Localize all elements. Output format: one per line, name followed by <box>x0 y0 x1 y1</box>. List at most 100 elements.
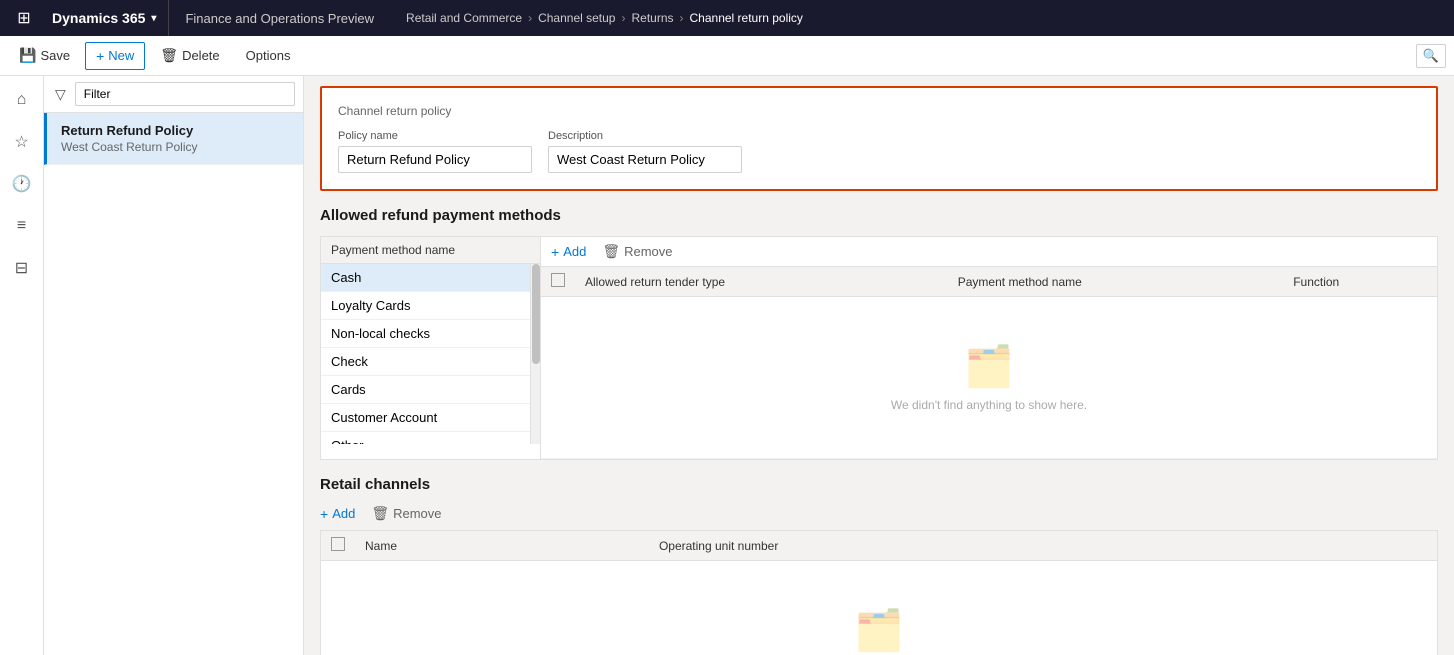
payment-empty-state: 🗂️ We didn't find anything to show here. <box>551 303 1427 452</box>
new-label: New <box>108 48 134 63</box>
list-item-subtitle: West Coast Return Policy <box>61 140 289 154</box>
search-icon: 🔍 <box>1423 48 1439 64</box>
payment-item-customer[interactable]: Customer Account <box>321 404 530 432</box>
payment-remove-button[interactable]: 🗑 Remove <box>602 243 672 260</box>
channels-empty-icon: 🗂️ <box>854 607 904 654</box>
payment-item-loyalty[interactable]: Loyalty Cards <box>321 292 530 320</box>
check-all-box[interactable] <box>551 273 565 287</box>
sidebar-list-icon[interactable]: ⊟ <box>2 248 42 288</box>
list-panel: ▽ Return Refund Policy West Coast Return… <box>44 76 304 655</box>
module-name: Finance and Operations Preview <box>168 0 390 36</box>
list-item[interactable]: Return Refund Policy West Coast Return P… <box>44 113 303 165</box>
payment-table-header-function: Function <box>1283 267 1437 297</box>
sidebar-home-icon[interactable]: ⌂ <box>2 80 42 120</box>
options-button[interactable]: Options <box>235 42 302 69</box>
toolbar-search[interactable]: 🔍 <box>1416 44 1446 68</box>
payment-list: Cash Loyalty Cards Non-local checks Chec… <box>321 264 540 444</box>
filter-icon[interactable]: ▽ <box>52 83 69 106</box>
content-area: Channel return policy Policy name Descri… <box>304 76 1454 655</box>
payment-list-header: Payment method name <box>321 237 540 264</box>
sidebar-star-icon[interactable]: ☆ <box>2 122 42 162</box>
payment-item-other[interactable]: Other <box>321 432 530 444</box>
toolbar: 💾 Save + New 🗑 Delete Options 🔍 <box>0 36 1454 76</box>
sidebar-icons: ⌂ ☆ 🕐 ≡ ⊟ <box>0 76 44 655</box>
payment-empty-icon: 🗂️ <box>964 343 1014 390</box>
payment-layout: Payment method name Cash Loyalty Cards N… <box>320 236 1438 460</box>
allowed-refund-title: Allowed refund payment methods <box>320 207 1438 224</box>
app-name[interactable]: Dynamics 365 ▾ <box>40 0 168 36</box>
payment-item-cash[interactable]: Cash <box>321 264 530 292</box>
save-label: Save <box>40 48 70 63</box>
save-button[interactable]: 💾 Save <box>8 41 81 70</box>
channels-header-name: Name <box>355 531 649 561</box>
payment-add-button[interactable]: + Add <box>551 244 586 260</box>
app-chevron-icon: ▾ <box>151 13 156 24</box>
payment-empty-message: We didn't find anything to show here. <box>891 398 1087 412</box>
remove-icon: 🗑 <box>602 243 620 260</box>
delete-label: Delete <box>182 48 220 63</box>
description-label: Description <box>548 130 742 142</box>
policy-name-input[interactable] <box>338 146 532 173</box>
form-card: Channel return policy Policy name Descri… <box>320 86 1438 191</box>
channels-header-unit: Operating unit number <box>649 531 1437 561</box>
list-item-title: Return Refund Policy <box>61 123 289 138</box>
delete-icon: 🗑 <box>160 47 178 64</box>
payment-item-check[interactable]: Check <box>321 348 530 376</box>
list-panel-toolbar: ▽ <box>44 76 303 113</box>
allowed-refund-section: Allowed refund payment methods Payment m… <box>320 207 1438 460</box>
payment-list-scrollbar[interactable] <box>530 264 540 444</box>
payment-table-header-name: Payment method name <box>948 267 1283 297</box>
app-name-label: Dynamics 365 <box>52 10 145 26</box>
channels-empty-state: 🗂️ We didn't find anything to show here. <box>331 567 1427 655</box>
channels-toolbar: + Add 🗑 Remove <box>320 505 1438 522</box>
payment-list-container: Payment method name Cash Loyalty Cards N… <box>321 237 541 459</box>
breadcrumb-channel-setup[interactable]: Channel setup <box>538 11 615 25</box>
form-row: Policy name Description <box>338 130 1420 173</box>
options-label: Options <box>246 48 291 63</box>
channels-add-label: Add <box>332 506 355 521</box>
channels-add-button[interactable]: + Add <box>320 506 355 522</box>
channels-check-all[interactable] <box>331 537 345 551</box>
list-search-input[interactable] <box>75 82 295 106</box>
retail-channels-title: Retail channels <box>320 476 1438 493</box>
form-card-title: Channel return policy <box>338 104 1420 118</box>
breadcrumb-retail[interactable]: Retail and Commerce <box>406 11 522 25</box>
policy-name-field: Policy name <box>338 130 532 173</box>
delete-button[interactable]: 🗑 Delete <box>149 41 230 70</box>
save-icon: 💾 <box>19 47 36 64</box>
description-field: Description <box>548 130 742 173</box>
channels-check-col <box>321 531 355 561</box>
description-input[interactable] <box>548 146 742 173</box>
channels-remove-label: Remove <box>393 506 441 521</box>
sidebar-modules-icon[interactable]: ≡ <box>2 206 42 246</box>
list-items: Return Refund Policy West Coast Return P… <box>44 113 303 655</box>
waffle-icon[interactable]: ⊞ <box>8 0 40 36</box>
payment-list-items: Cash Loyalty Cards Non-local checks Chec… <box>321 264 530 444</box>
breadcrumb-current: Channel return policy <box>690 11 803 25</box>
channels-add-icon: + <box>320 506 328 522</box>
payment-table: Allowed return tender type Payment metho… <box>541 267 1437 459</box>
breadcrumb-returns[interactable]: Returns <box>631 11 673 25</box>
policy-name-label: Policy name <box>338 130 532 142</box>
retail-channels-section: Retail channels + Add 🗑 Remove <box>320 476 1438 655</box>
scroll-thumb <box>532 264 540 364</box>
payment-table-check-col <box>541 267 575 297</box>
payment-remove-label: Remove <box>624 244 672 259</box>
sidebar-recent-icon[interactable]: 🕐 <box>2 164 42 204</box>
payment-table-header-tender: Allowed return tender type <box>575 267 948 297</box>
payment-right: + Add 🗑 Remove <box>541 237 1437 459</box>
channels-table-container: Name Operating unit number 🗂️ We didn't … <box>320 530 1438 655</box>
breadcrumb: Retail and Commerce › Channel setup › Re… <box>406 11 803 25</box>
top-navigation: ⊞ Dynamics 365 ▾ Finance and Operations … <box>0 0 1454 36</box>
payment-right-toolbar: + Add 🗑 Remove <box>541 237 1437 267</box>
channels-table: Name Operating unit number 🗂️ We didn't … <box>321 531 1437 655</box>
payment-add-label: Add <box>563 244 586 259</box>
payment-item-cards[interactable]: Cards <box>321 376 530 404</box>
payment-item-nonlocal[interactable]: Non-local checks <box>321 320 530 348</box>
main-layout: ⌂ ☆ 🕐 ≡ ⊟ ▽ Return Refund Policy West Co… <box>0 76 1454 655</box>
new-icon: + <box>96 48 104 64</box>
new-button[interactable]: + New <box>85 42 145 70</box>
channels-remove-button[interactable]: 🗑 Remove <box>371 505 441 522</box>
channels-remove-icon: 🗑 <box>371 505 389 522</box>
add-icon: + <box>551 244 559 260</box>
